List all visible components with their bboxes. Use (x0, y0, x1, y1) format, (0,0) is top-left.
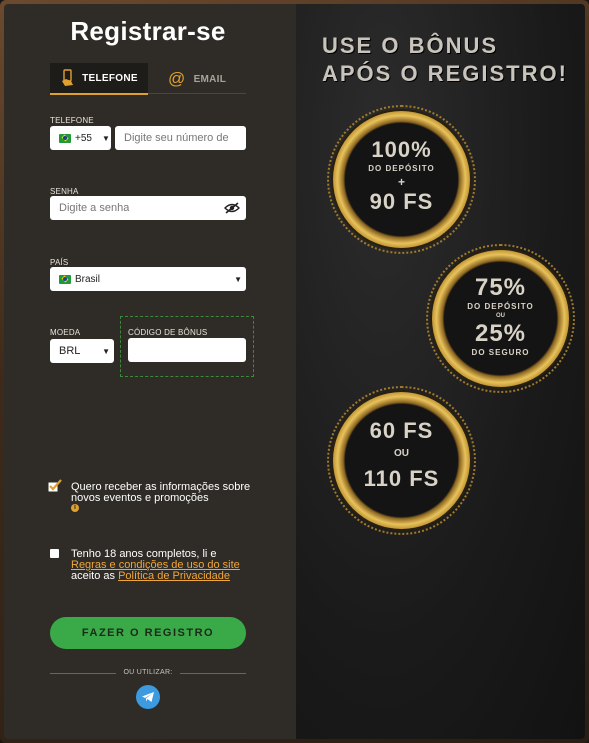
tab-email[interactable]: @ EMAIL (168, 63, 248, 95)
bonus-coin-1: 100% DO DEPÓSITO + 90 FS (327, 105, 476, 254)
country-value: Brasil (75, 273, 101, 285)
coin2-small2: DO SEGURO (471, 348, 530, 357)
tabs-underline (148, 93, 246, 94)
bonus-coin-3: 60 FS OU 110 FS (327, 386, 476, 535)
bonus-code-input[interactable] (128, 338, 246, 362)
coin3-or: OU (394, 448, 409, 459)
terms-text: Tenho 18 anos completos, li e Regras e c… (71, 549, 251, 582)
password-input[interactable]: Digite a senha (50, 196, 246, 220)
terms-checkbox[interactable] (50, 549, 59, 558)
telegram-icon (142, 692, 154, 702)
currency-value: BRL (59, 345, 81, 357)
brazil-flag-icon (59, 133, 71, 143)
privacy-link[interactable]: Política de Privacidade (118, 570, 230, 582)
bonus-code-label: CÓDIGO DE BÔNUS (128, 328, 208, 337)
coin2-big2: 25% (474, 320, 527, 347)
promo-headline-line2: APÓS O REGISTRO! (322, 61, 568, 86)
chevron-down-icon: ▼ (101, 133, 110, 143)
password-label: SENHA (50, 187, 79, 196)
tab-email-label: EMAIL (193, 73, 227, 85)
phone-input[interactable]: Digite seu número de (115, 126, 246, 150)
phone-label: TELEFONE (50, 116, 94, 125)
newsletter-checkbox[interactable] (48, 479, 62, 492)
country-select[interactable]: Brasil ▼ (50, 267, 246, 291)
coin2-or: OU (496, 313, 505, 319)
registration-tabs: TELEFONE @ EMAIL (50, 63, 246, 95)
coin1-small: DO DEPÓSITO (368, 164, 435, 173)
coin1-big2: 90 FS (369, 189, 434, 214)
checkmark-icon (48, 479, 62, 492)
promo-headline-line1: USE O BÔNUS (322, 33, 499, 58)
country-label: PAÍS (50, 258, 69, 267)
form-title: Registrar-se (70, 16, 226, 46)
coin3-big: 60 FS (369, 418, 434, 443)
brazil-flag-icon (59, 274, 71, 284)
tab-phone-label: TELEFONE (82, 72, 138, 84)
info-icon[interactable]: i (71, 504, 79, 512)
currency-label: MOEDA (50, 328, 81, 337)
phone-placeholder: Digite seu número de (124, 132, 229, 144)
telegram-login-button[interactable] (136, 685, 160, 709)
password-placeholder: Digite a senha (59, 202, 130, 214)
chevron-down-icon: ▼ (234, 274, 242, 284)
coin2-small: DO DEPÓSITO (467, 302, 534, 311)
coin3-big2: 110 FS (363, 466, 440, 491)
register-button[interactable]: FAZER O REGISTRO (50, 617, 246, 649)
coin1-plus: + (397, 175, 405, 189)
currency-select[interactable]: BRL ▼ (50, 339, 114, 363)
promo-panel: USE O BÔNUS APÓS O REGISTRO! 100% DO DEP… (296, 4, 585, 739)
tab-phone[interactable]: TELEFONE (50, 63, 148, 95)
at-icon: @ (168, 69, 186, 88)
bonus-coin-2: 75% DO DEPÓSITO OU 25% DO SEGURO (426, 244, 575, 393)
coin1-big: 100% (371, 137, 432, 162)
terms-text-middle: aceito as (71, 570, 116, 582)
phone-hand-icon (62, 69, 74, 86)
eye-off-icon[interactable] (224, 202, 240, 214)
country-code-value: +55 (75, 132, 92, 144)
or-use-label: OU UTILIZAR: (123, 669, 173, 676)
promo-headline: USE O BÔNUS APÓS O REGISTRO! (322, 32, 582, 88)
newsletter-text: Quero receber as informações sobre novos… (71, 481, 251, 504)
chevron-down-icon: ▼ (102, 346, 110, 356)
coin2-big: 75% (474, 274, 527, 301)
country-code-select[interactable]: +55 ▼ (50, 126, 111, 150)
